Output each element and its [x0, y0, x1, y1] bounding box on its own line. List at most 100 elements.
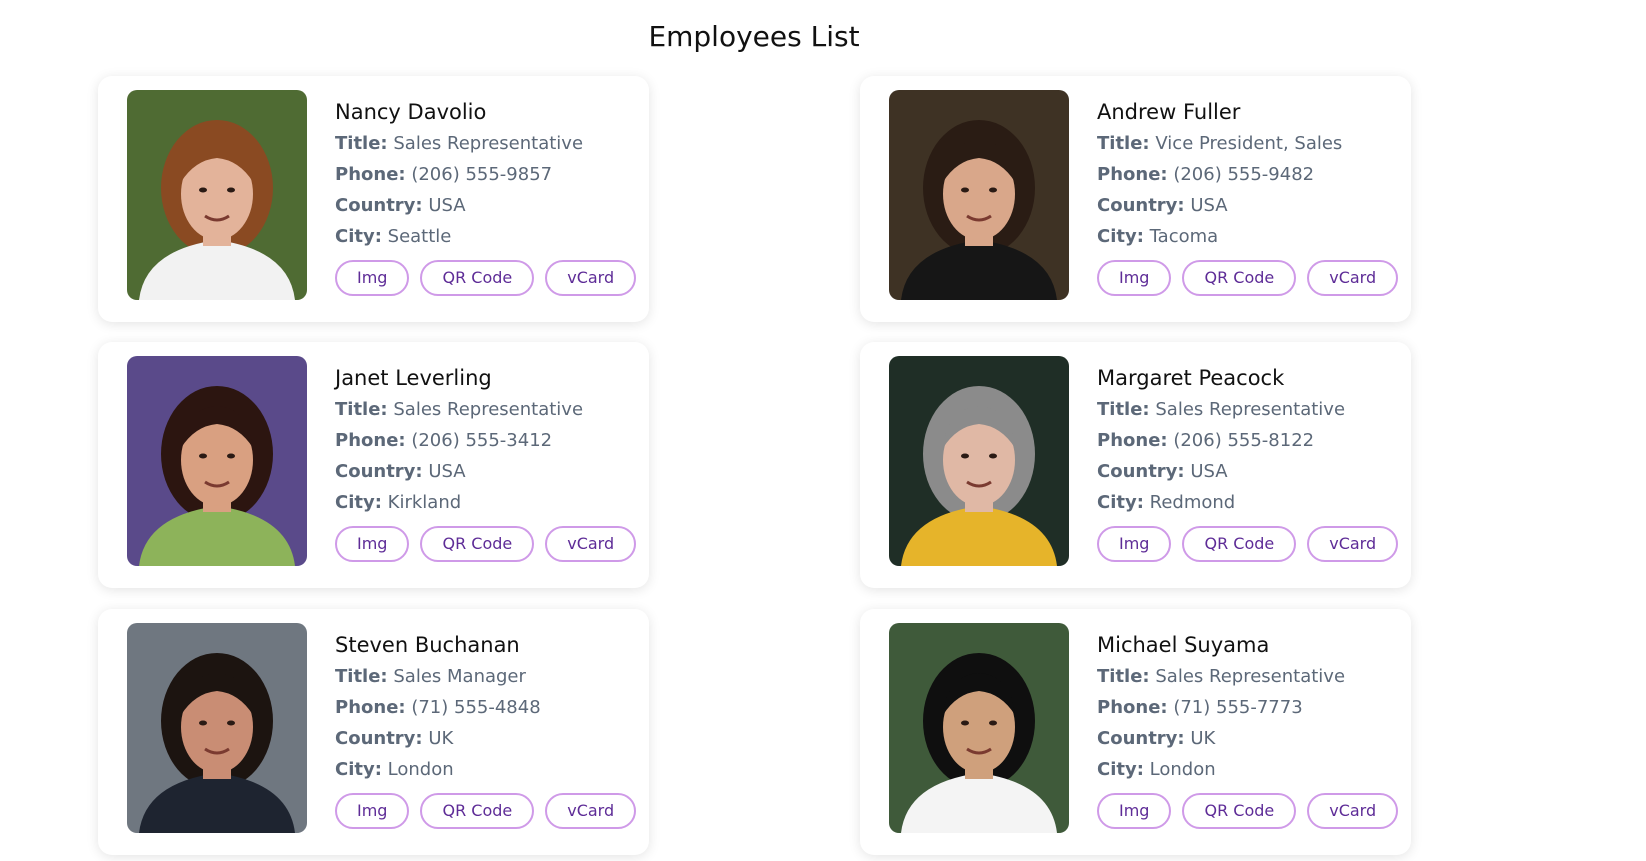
employee-city-field: City: London: [1097, 754, 1397, 785]
card-actions: Img QR Code vCard: [1097, 260, 1399, 296]
qr-code-button[interactable]: QR Code: [420, 260, 535, 296]
employee-city: Tacoma: [1149, 226, 1219, 247]
vcard-button[interactable]: vCard: [1307, 260, 1399, 296]
title-label: Title:: [335, 666, 388, 687]
vcard-button[interactable]: vCard: [1307, 526, 1399, 562]
employee-phone: (206) 555-9857: [411, 164, 553, 185]
vcard-button[interactable]: vCard: [545, 526, 637, 562]
title-label: Title:: [1097, 399, 1150, 420]
city-label: City:: [1097, 226, 1144, 247]
country-label: Country:: [335, 195, 423, 216]
employee-city: London: [387, 759, 454, 780]
employee-country-field: Country: USA: [1097, 456, 1397, 487]
qr-code-button[interactable]: QR Code: [1182, 260, 1297, 296]
employee-country-field: Country: USA: [335, 190, 635, 221]
img-button[interactable]: Img: [335, 793, 410, 829]
employee-card: Margaret Peacock Title: Sales Representa…: [860, 342, 1411, 588]
employee-title: Sales Representative: [393, 399, 584, 420]
employee-photo: [889, 90, 1069, 300]
employee-name: Nancy Davolio: [335, 100, 487, 124]
employee-card: Andrew Fuller Title: Vice President, Sal…: [860, 76, 1411, 322]
country-label: Country:: [1097, 728, 1185, 749]
city-label: City:: [335, 759, 382, 780]
employee-info: Andrew Fuller Title: Vice President, Sal…: [1097, 96, 1397, 252]
qr-code-button[interactable]: QR Code: [1182, 793, 1297, 829]
employee-country: USA: [428, 195, 466, 216]
employee-name: Janet Leverling: [335, 366, 492, 390]
employee-card: Steven Buchanan Title: Sales Manager Pho…: [98, 609, 649, 855]
phone-label: Phone:: [335, 164, 406, 185]
employee-title: Sales Representative: [393, 133, 584, 154]
employee-country: USA: [1190, 461, 1228, 482]
employee-phone: (71) 555-7773: [1173, 697, 1303, 718]
country-label: Country:: [1097, 461, 1185, 482]
employee-country: UK: [428, 728, 454, 749]
employee-photo: [127, 356, 307, 566]
title-label: Title:: [1097, 133, 1150, 154]
employee-info: Janet Leverling Title: Sales Representat…: [335, 362, 635, 518]
employee-city: Seattle: [387, 226, 452, 247]
card-actions: Img QR Code vCard: [1097, 526, 1399, 562]
phone-label: Phone:: [335, 430, 406, 451]
employee-city-field: City: Redmond: [1097, 487, 1397, 518]
img-button[interactable]: Img: [335, 260, 410, 296]
employee-title: Vice President, Sales: [1155, 133, 1343, 154]
employee-country-field: Country: USA: [335, 456, 635, 487]
employee-photo: [127, 623, 307, 833]
employee-country: USA: [1190, 195, 1228, 216]
employee-phone-field: Phone: (206) 555-3412: [335, 425, 635, 456]
employee-city: London: [1149, 759, 1216, 780]
employee-info: Nancy Davolio Title: Sales Representativ…: [335, 96, 635, 252]
employees-page: Employees List Nancy Davolio Title: Sale…: [0, 0, 1646, 861]
qr-code-button[interactable]: QR Code: [420, 526, 535, 562]
employee-name: Steven Buchanan: [335, 633, 520, 657]
phone-label: Phone:: [335, 697, 406, 718]
vcard-button[interactable]: vCard: [1307, 793, 1399, 829]
title-label: Title:: [1097, 666, 1150, 687]
city-label: City:: [335, 226, 382, 247]
employee-country: UK: [1190, 728, 1216, 749]
country-label: Country:: [335, 728, 423, 749]
employee-info: Steven Buchanan Title: Sales Manager Pho…: [335, 629, 635, 785]
employee-photo: [127, 90, 307, 300]
employee-city-field: City: Seattle: [335, 221, 635, 252]
card-actions: Img QR Code vCard: [335, 793, 637, 829]
employee-photo: [889, 623, 1069, 833]
employee-title: Sales Representative: [1155, 399, 1346, 420]
employee-title: Sales Representative: [1155, 666, 1346, 687]
employee-name: Michael Suyama: [1097, 633, 1270, 657]
employee-phone: (206) 555-8122: [1173, 430, 1315, 451]
card-actions: Img QR Code vCard: [335, 526, 637, 562]
card-actions: Img QR Code vCard: [335, 260, 637, 296]
phone-label: Phone:: [1097, 164, 1168, 185]
employee-country-field: Country: UK: [335, 723, 635, 754]
employee-country-field: Country: USA: [1097, 190, 1397, 221]
city-label: City:: [335, 492, 382, 513]
employee-title-field: Title: Sales Manager: [335, 661, 635, 692]
employee-city-field: City: Tacoma: [1097, 221, 1397, 252]
qr-code-button[interactable]: QR Code: [420, 793, 535, 829]
phone-label: Phone:: [1097, 430, 1168, 451]
employee-title-field: Title: Vice President, Sales: [1097, 128, 1397, 159]
employee-title-field: Title: Sales Representative: [1097, 394, 1397, 425]
city-label: City:: [1097, 759, 1144, 780]
employee-name: Margaret Peacock: [1097, 366, 1285, 390]
employee-phone: (206) 555-3412: [411, 430, 553, 451]
img-button[interactable]: Img: [1097, 526, 1172, 562]
employee-photo: [889, 356, 1069, 566]
qr-code-button[interactable]: QR Code: [1182, 526, 1297, 562]
employee-card: Nancy Davolio Title: Sales Representativ…: [98, 76, 649, 322]
img-button[interactable]: Img: [335, 526, 410, 562]
employee-info: Michael Suyama Title: Sales Representati…: [1097, 629, 1397, 785]
phone-label: Phone:: [1097, 697, 1168, 718]
img-button[interactable]: Img: [1097, 793, 1172, 829]
vcard-button[interactable]: vCard: [545, 260, 637, 296]
vcard-button[interactable]: vCard: [545, 793, 637, 829]
employee-card: Michael Suyama Title: Sales Representati…: [860, 609, 1411, 855]
employee-country-field: Country: UK: [1097, 723, 1397, 754]
employee-phone: (71) 555-4848: [411, 697, 541, 718]
img-button[interactable]: Img: [1097, 260, 1172, 296]
employee-city-field: City: London: [335, 754, 635, 785]
employee-country: USA: [428, 461, 466, 482]
employee-phone-field: Phone: (206) 555-9857: [335, 159, 635, 190]
